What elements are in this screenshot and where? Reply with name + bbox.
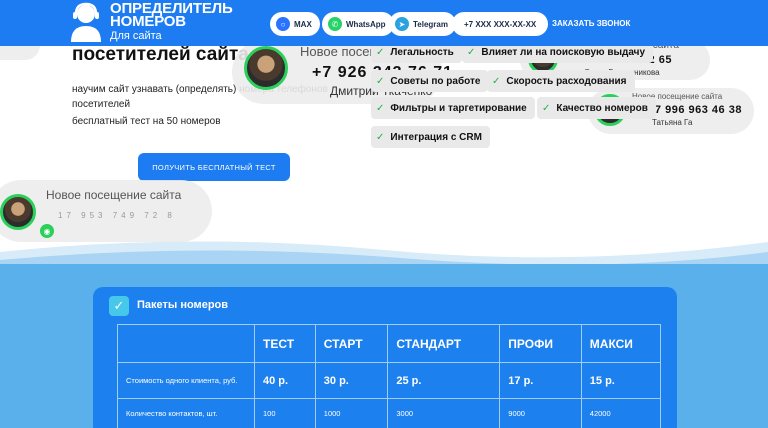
feature-tag[interactable]: ✓ Скорость расходования: [487, 70, 635, 92]
check-icon: ✓: [492, 75, 501, 87]
feature-tag[interactable]: ✓ Фильтры и таргетирование: [371, 97, 535, 119]
table-cell: 9000: [499, 398, 582, 428]
free-test-button[interactable]: ПОЛУЧИТЬ БЕСПЛАТНЫЙ ТЕСТ: [138, 153, 290, 181]
table-row: Стоимость одного клиента, руб. 40 р. 30 …: [117, 362, 662, 399]
table-cell: 15 р.: [580, 362, 662, 399]
table-cell: 40 р.: [254, 362, 316, 399]
telegram-button[interactable]: ➤ Telegram: [389, 12, 456, 36]
check-icon: ✓: [376, 131, 385, 143]
max-button[interactable]: ○ MAX: [270, 12, 320, 36]
telegram-icon: ➤: [395, 17, 409, 31]
table-cell: 1000: [314, 398, 389, 428]
table-cell: 3000: [387, 398, 501, 428]
max-icon: ○: [276, 17, 290, 31]
check-icon: ✓: [376, 46, 385, 58]
check-icon: ✓: [467, 46, 476, 58]
logo-title: ОПРЕДЕЛИТЕЛЬ НОМЕРОВ: [110, 0, 233, 30]
logo-subtitle: Для сайта: [110, 30, 162, 42]
visitor-avatar: [244, 46, 288, 90]
row-label: Количество контактов, шт.: [117, 398, 255, 428]
table-header-cell: ПРОФИ: [499, 324, 582, 363]
visit-label: Новое посещение сайта: [46, 188, 182, 202]
check-icon: ✓: [376, 75, 385, 87]
phone-button[interactable]: +7 XXX XXX-XX-XX: [452, 12, 549, 36]
callback-link[interactable]: ЗАКАЗАТЬ ЗВОНОК: [552, 19, 630, 28]
table-cell: 42000: [580, 398, 662, 428]
visit-phone: 17 953 749 72 8: [58, 211, 176, 220]
table-header-cell: ТЕСТ: [254, 324, 316, 363]
operator-logo-icon: [71, 2, 101, 42]
check-icon: ✓: [109, 296, 129, 316]
table-row: Количество контактов, шт. 100 1000 3000 …: [117, 398, 662, 428]
table-cell: 17 р.: [499, 362, 582, 399]
packages-title: Пакеты номеров: [137, 299, 229, 311]
site-header: ОПРЕДЕЛИТЕЛЬ НОМЕРОВ Для сайта ○ MAX ✆ W…: [0, 0, 768, 46]
check-icon: ✓: [542, 102, 551, 114]
table-header-cell: СТАНДАРТ: [387, 324, 501, 363]
whatsapp-button[interactable]: ✆ WhatsApp: [322, 12, 394, 36]
table-cell: 100: [254, 398, 316, 428]
hero-title: посетителей сайта: [72, 44, 249, 65]
feature-tag[interactable]: ✓ Интеграция с CRM: [371, 126, 490, 148]
packages-table: ТЕСТ СТАРТ СТАНДАРТ ПРОФИ МАКСИ Стоимост…: [117, 324, 662, 428]
table-cell: 30 р.: [314, 362, 389, 399]
whatsapp-icon: ✆: [328, 17, 342, 31]
feature-tag[interactable]: ✓ Советы по работе: [371, 70, 489, 92]
table-header-cell: СТАРТ: [314, 324, 389, 363]
table-cell: 25 р.: [387, 362, 501, 399]
table-header-cell: [117, 324, 255, 363]
visit-name: Татьяна Га: [652, 118, 693, 127]
feature-tag[interactable]: ✓ Качество номеров: [537, 97, 656, 119]
table-header-cell: МАКСИ: [580, 324, 662, 363]
check-icon: ✓: [376, 102, 385, 114]
visit-phone: +7 996 963 46 38: [648, 104, 742, 116]
hero-free-test: бесплатный тест на 50 номеров: [72, 116, 221, 127]
row-label: Стоимость одного клиента, руб.: [117, 362, 255, 399]
visitor-avatar: [0, 194, 36, 230]
